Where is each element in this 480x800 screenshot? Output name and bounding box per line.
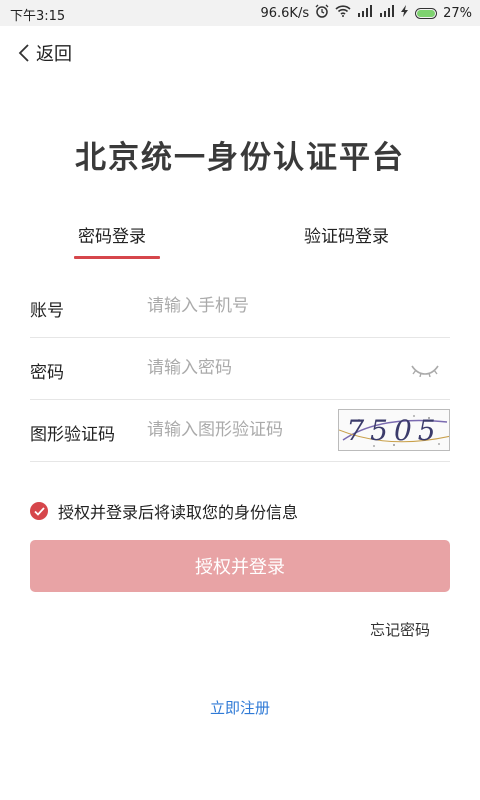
eye-closed-icon[interactable] (410, 362, 440, 381)
back-button[interactable]: 返回 (18, 40, 72, 66)
battery-icon (415, 7, 438, 19)
status-icons: 96.6K/s 27% (260, 4, 472, 22)
captcha-label: 图形验证码 (30, 425, 115, 445)
signal-icon (379, 5, 395, 21)
forgot-password-link[interactable]: 忘记密码 (370, 619, 430, 640)
register-link[interactable]: 立即注册 (0, 697, 480, 718)
check-icon (33, 506, 45, 516)
alarm-icon (315, 4, 329, 22)
battery-percent: 27% (443, 5, 472, 21)
login-tabs: 密码登录 验证码登录 (0, 222, 480, 262)
password-label: 密码 (30, 363, 64, 383)
tab-password-login[interactable]: 密码登录 (78, 222, 146, 247)
captcha-code: 7505 (346, 414, 442, 447)
chevron-left-icon (18, 43, 30, 63)
network-speed: 96.6K/s (260, 5, 310, 21)
back-label: 返回 (36, 44, 72, 65)
charging-icon (401, 5, 409, 21)
status-time: 下午3:15 (10, 9, 66, 24)
tab-code-login[interactable]: 验证码登录 (304, 222, 389, 247)
agreement-checkbox[interactable] (30, 502, 48, 520)
captcha-input[interactable] (147, 418, 332, 442)
active-tab-indicator (74, 256, 160, 259)
captcha-image[interactable]: 7505 (338, 409, 450, 451)
agreement-text: 授权并登录后将读取您的身份信息 (58, 503, 299, 522)
wifi-icon (335, 5, 351, 21)
signal-icon (357, 5, 373, 21)
login-button[interactable]: 授权并登录 (30, 540, 450, 592)
account-label: 账号 (30, 301, 64, 321)
status-bar: 下午3:15 96.6K/s 27% (0, 0, 480, 26)
agreement-row: 授权并登录后将读取您的身份信息 (30, 499, 298, 523)
password-row: 密码 (30, 338, 450, 400)
account-row: 账号 (30, 276, 450, 338)
page-title: 北京统一身份认证平台 (75, 140, 405, 176)
captcha-row: 图形验证码 7505 (30, 400, 450, 462)
password-input[interactable] (147, 356, 397, 380)
account-input[interactable] (147, 294, 397, 318)
